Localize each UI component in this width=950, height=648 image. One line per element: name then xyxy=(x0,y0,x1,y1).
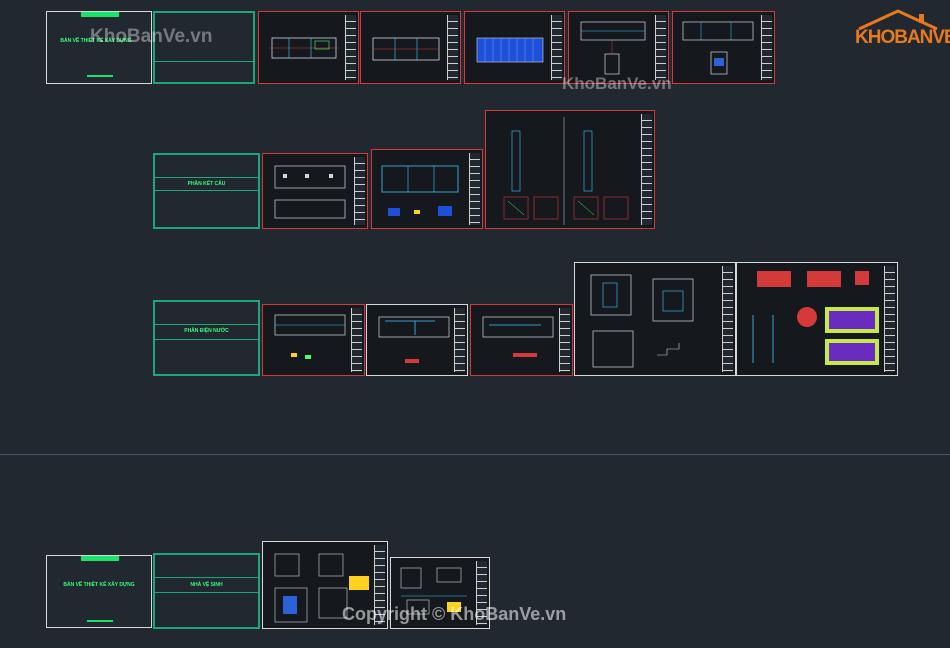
title-block xyxy=(761,15,772,80)
divider-line xyxy=(155,339,258,340)
title-block xyxy=(345,15,356,80)
title-block xyxy=(351,308,362,372)
drawing-sheet-r1-1[interactable] xyxy=(258,11,359,84)
water-plan-drawing xyxy=(482,316,554,357)
drawing-sheet-r2-3[interactable] xyxy=(485,110,655,229)
drawing-sheet-r3-5[interactable] xyxy=(736,262,898,376)
title-block xyxy=(469,153,480,225)
title-block xyxy=(454,308,465,372)
divider-line xyxy=(155,177,258,178)
divider-line xyxy=(155,592,258,593)
title-block xyxy=(655,15,666,80)
divider-line xyxy=(155,577,258,578)
divider-line xyxy=(155,61,253,62)
drawing-sheet-r3-2[interactable] xyxy=(366,304,468,376)
septic-tank-detail-drawing xyxy=(590,274,694,368)
drawing-sheet-r3-3[interactable] xyxy=(470,304,573,376)
beam-plan-drawing xyxy=(381,165,459,216)
divider-line xyxy=(155,324,258,325)
cover-title: BẢN VẼ THIẾT KẾ XÂY DỰNG xyxy=(63,582,135,588)
electrical-plan-drawing xyxy=(274,314,346,359)
watermark-bottom: Copyright © KhoBanVe.vn xyxy=(342,604,567,624)
floor-plan-drawing xyxy=(372,37,440,61)
roof-plan-drawing xyxy=(476,37,544,63)
cover-title-bar xyxy=(81,556,119,561)
title-block xyxy=(551,15,562,80)
khobanve-logo: KHOBANVE xyxy=(853,9,950,53)
drawing-sheet-r2-1[interactable] xyxy=(262,153,368,229)
title-block xyxy=(884,266,895,372)
section-sheet-dien-nuoc[interactable]: PHẦN ĐIỆN NƯỚC xyxy=(153,300,260,376)
title-block xyxy=(559,308,570,372)
floor-plan-drawing xyxy=(269,37,339,59)
elevation-drawing xyxy=(580,21,646,75)
drawing-sheet-r3-4[interactable] xyxy=(574,262,736,376)
drawing-sheet-r2-2[interactable] xyxy=(371,149,483,229)
title-block xyxy=(354,157,365,225)
foundation-plan-drawing xyxy=(274,165,346,219)
cover-bottom-bar xyxy=(87,620,113,622)
section-title: PHẦN ĐIỆN NƯỚC xyxy=(184,328,229,334)
section-title: NHÀ VỆ SINH xyxy=(190,582,223,588)
section-sheet-nha-ve-sinh[interactable]: NHÀ VỆ SINH xyxy=(153,553,260,629)
tank-and-table-drawing xyxy=(752,271,879,365)
cover-bottom-bar xyxy=(87,75,113,77)
watermark-top-mid: KhoBanVe.vn xyxy=(562,74,672,93)
section-drawing xyxy=(682,21,754,75)
divider-line xyxy=(155,190,258,191)
drawing-sheet-r1-5[interactable] xyxy=(672,11,775,84)
cover-sheet-row4[interactable]: BẢN VẼ THIẾT KẾ XÂY DỰNG xyxy=(46,555,152,628)
model-space-divider xyxy=(0,454,950,455)
drawing-sheet-r3-1[interactable] xyxy=(262,304,365,376)
section-title: PHẦN KẾT CẤU xyxy=(187,181,226,187)
logo-text: KHOBANVE xyxy=(855,27,950,48)
section-sheet-ket-cau[interactable]: PHẦN KẾT CẤU xyxy=(153,153,260,229)
cover-title-bar xyxy=(81,12,119,17)
watermark-top-left: KhoBanVe.vn xyxy=(90,26,213,47)
title-block xyxy=(722,266,733,372)
drawing-sheet-r1-3[interactable] xyxy=(464,11,565,84)
drawing-sheet-r1-2[interactable] xyxy=(360,11,461,84)
title-block xyxy=(641,114,652,225)
column-detail-drawing xyxy=(503,117,629,225)
plumbing-plan-drawing xyxy=(378,316,450,363)
title-block xyxy=(447,15,458,80)
